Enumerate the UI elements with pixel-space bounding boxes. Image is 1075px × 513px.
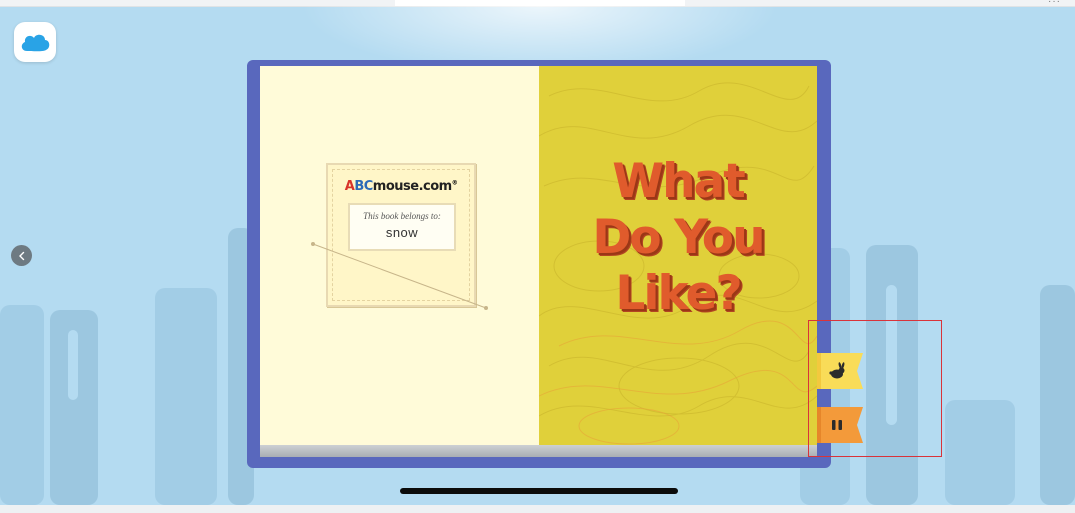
book-title: What Do You Like? xyxy=(592,154,765,321)
abcmouse-logo: ABCmouse.com® xyxy=(344,179,458,194)
book-page-edges xyxy=(260,444,817,457)
bookplate-caption: This book belongs to: xyxy=(363,211,441,221)
bookplate-owner-name: snow xyxy=(385,225,419,240)
browser-bottom-bar xyxy=(0,505,1075,513)
bg-book-shape xyxy=(1040,285,1075,505)
rabbit-icon xyxy=(829,362,845,379)
chevron-left-icon xyxy=(18,251,24,260)
bg-cup-shape xyxy=(945,400,1015,505)
cloud-icon xyxy=(21,34,50,52)
highlight-annotation-box xyxy=(808,320,942,457)
bg-book-shape xyxy=(155,288,217,505)
bg-book-shape xyxy=(0,305,44,505)
page-corner-fold xyxy=(311,242,488,310)
home-logo-button[interactable] xyxy=(14,22,56,62)
right-page[interactable]: What Do You Like? xyxy=(539,66,817,445)
pause-icon xyxy=(832,420,842,430)
home-indicator-bar[interactable] xyxy=(400,488,678,494)
previous-page-button[interactable] xyxy=(11,245,32,266)
bg-book-shape xyxy=(50,310,98,505)
